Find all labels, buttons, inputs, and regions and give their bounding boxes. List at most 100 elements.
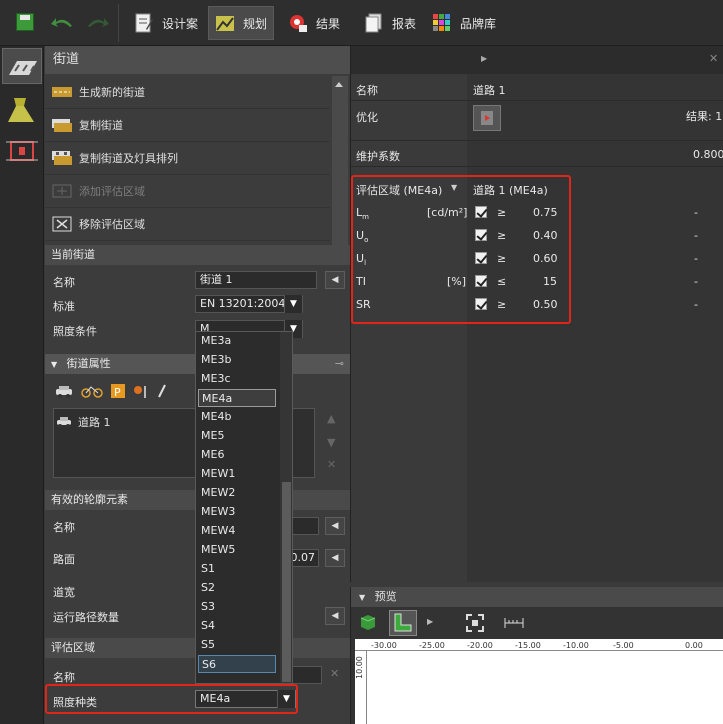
report-icon (364, 13, 384, 33)
grid-header: ▶ ✕ (351, 46, 723, 74)
car-icon[interactable] (55, 384, 73, 398)
dropdown-option-selected[interactable]: ME4a (198, 389, 276, 407)
street-property-icons: P (55, 384, 205, 400)
dropdown-option[interactable]: MEW4 (198, 522, 276, 540)
expand-arrow-icon[interactable]: ▶ (481, 54, 487, 63)
move-up-icon[interactable]: ▲ (327, 412, 335, 425)
preview-canvas[interactable]: -30.00 -25.00 -20.00 -15.00 -10.00 -5.00… (355, 639, 723, 724)
save-icon[interactable] (16, 13, 34, 31)
dropdown-option[interactable]: S2 (198, 579, 276, 597)
preview-toolbar: ▶ (351, 609, 723, 637)
street-name-label: 名称 (53, 276, 75, 289)
tab-planning[interactable]: 规划 (208, 6, 275, 40)
optimize-button[interactable] (473, 105, 501, 131)
rail-street-button[interactable] (2, 48, 42, 84)
lighting-condition-label: 照度条件 (53, 325, 97, 338)
command-list-scrollbar[interactable] (332, 76, 348, 256)
pin-icon[interactable]: ⊸ (335, 354, 344, 374)
clear-icon[interactable]: ✕ (330, 667, 339, 680)
parking-icon[interactable]: P (111, 384, 125, 398)
move-down-icon[interactable]: ▼ (327, 436, 335, 449)
dropdown-option[interactable]: ME3c (198, 370, 276, 388)
properties-grid: ▶ ✕ 名称 道路 1 优化 结果: 1 维护系数 0.800 评估区域 (ME… (350, 46, 723, 582)
svg-text:P: P (114, 386, 121, 398)
ruler-tick: -10.00 (563, 641, 589, 650)
collapse-arrow-icon[interactable]: ▼ (359, 593, 365, 602)
dropdown-option[interactable]: ME3b (198, 351, 276, 369)
lighting-class-dropdown-list[interactable]: ME3a ME3b ME3c ME4a ME4b ME5 ME6 MEW1 ME… (195, 331, 293, 684)
surface-arrow-button[interactable]: ◀ (325, 549, 345, 567)
add-eval-area-command[interactable]: 添加评估区域 (45, 175, 330, 208)
street-name-arrow-button[interactable]: ◀ (325, 271, 345, 289)
undo-icon[interactable] (50, 14, 76, 30)
redo-icon[interactable] (84, 14, 110, 30)
eval-field-icon (6, 141, 38, 161)
chevron-down-icon: ▼ (284, 295, 302, 313)
dropdown-option[interactable]: S3 (198, 598, 276, 616)
tree-icon[interactable] (133, 384, 149, 398)
dropdown-option[interactable]: ME6 (198, 446, 276, 464)
lighting-class-highlight (45, 684, 298, 714)
rail-eval-field-button[interactable] (2, 134, 42, 170)
tab-results[interactable]: 结果 (282, 6, 346, 40)
dropdown-option[interactable]: ME3a (198, 332, 276, 350)
standard-label: 标准 (53, 300, 75, 313)
dropdown-option[interactable]: S1 (198, 560, 276, 578)
left-icon-rail (0, 46, 44, 724)
dropdown-option[interactable]: MEW2 (198, 484, 276, 502)
copy-street-icon (51, 117, 73, 133)
brand-library-icon (432, 13, 452, 33)
dropdown-option-hovered[interactable]: S6 (198, 655, 276, 673)
profile-name-arrow-button[interactable]: ◀ (325, 517, 345, 535)
add-eval-area-icon (51, 183, 73, 199)
fit-view-icon[interactable] (465, 613, 485, 633)
dropdown-option[interactable]: S4 (198, 617, 276, 635)
measure-icon[interactable] (503, 613, 525, 633)
standard-select[interactable]: EN 13201:2004 ▼ (195, 295, 303, 313)
tab-report[interactable]: 报表 (358, 6, 422, 40)
plan-view-button[interactable] (389, 610, 417, 636)
current-street-header: 当前街道 (45, 245, 350, 265)
copy-street-command[interactable]: 复制街道 (45, 109, 330, 142)
dropdown-option[interactable]: ME4b (198, 408, 276, 426)
pole-icon[interactable] (157, 384, 167, 398)
dropdown-option[interactable]: MEW3 (198, 503, 276, 521)
new-street-icon (51, 84, 73, 100)
main-toolbar: 设计案 规划 结果 报表 品牌库 (0, 0, 723, 46)
list-item[interactable]: 道路 1 (56, 413, 111, 431)
dropdown-option[interactable]: ME5 (198, 427, 276, 445)
street-name-field[interactable]: 街道 1 (195, 271, 317, 289)
3d-view-icon[interactable] (359, 613, 377, 631)
bike-icon[interactable] (81, 384, 103, 398)
ruler-tick: -5.00 (613, 641, 634, 650)
tab-design[interactable]: 设计案 (128, 6, 204, 40)
preview-panel: ▼ 预览 ▶ -30.00 -25.00 -20.00 -15.00 -10.0… (350, 587, 723, 724)
maintenance-factor-value[interactable]: 0.800 (693, 148, 723, 161)
eval-name-label: 名称 (53, 671, 75, 684)
ruler-tick: -20.00 (467, 641, 493, 650)
copy-street-luminaires-icon (51, 150, 73, 166)
car-icon (57, 417, 71, 428)
tab-brand-library[interactable]: 品牌库 (426, 6, 502, 40)
street-icon (9, 61, 37, 75)
street-panel-title: 街道 (45, 46, 350, 74)
close-icon[interactable]: ✕ (709, 52, 718, 65)
dropdown-option[interactable]: MEW1 (198, 465, 276, 483)
delete-icon[interactable]: ✕ (327, 458, 336, 471)
lane-count-arrow-button[interactable]: ◀ (325, 607, 345, 625)
dropdown-option[interactable]: S5 (198, 636, 276, 654)
grid-name-label: 名称 (356, 84, 378, 97)
new-street-command[interactable]: 生成新的街道 (45, 76, 330, 109)
collapse-arrow-icon[interactable]: ▼ (51, 360, 57, 369)
luminaire-icon (8, 98, 34, 122)
planning-icon (215, 13, 235, 33)
result-label: 结果: 1 (686, 110, 723, 123)
dropdown-option[interactable]: MEW5 (198, 541, 276, 559)
dropdown-scrollbar-thumb[interactable] (282, 482, 291, 682)
copy-street-luminaires-command[interactable]: 复制街道及灯具排列 (45, 142, 330, 175)
maintenance-factor-label: 维护系数 (356, 150, 400, 163)
ruler-tick: 0.00 (685, 641, 703, 650)
expand-arrow-icon[interactable]: ▶ (427, 617, 433, 626)
remove-eval-area-command[interactable]: 移除评估区域 (45, 208, 330, 241)
rail-luminaire-button[interactable] (2, 92, 42, 128)
